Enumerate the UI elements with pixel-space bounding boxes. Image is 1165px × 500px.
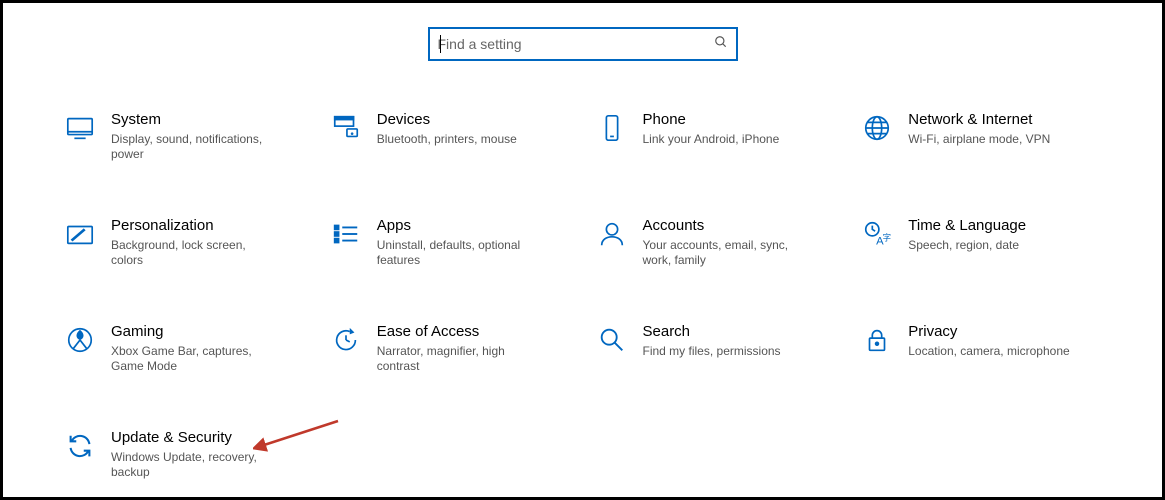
tile-desc: Find my files, permissions (643, 344, 781, 360)
tile-title: Search (643, 323, 781, 342)
tile-title: Time & Language (908, 217, 1026, 236)
tile-desc: Speech, region, date (908, 238, 1026, 254)
tile-network-internet[interactable]: Network & Internet Wi-Fi, airplane mode,… (860, 111, 1102, 167)
search-container (63, 27, 1102, 61)
tile-search[interactable]: Search Find my files, permissions (595, 323, 837, 379)
tile-title: Ease of Access (377, 323, 547, 342)
tile-title: Privacy (908, 323, 1069, 342)
magnifier-icon (595, 323, 629, 357)
personalization-icon (63, 217, 97, 251)
tile-title: Apps (377, 217, 547, 236)
tile-ease-of-access[interactable]: Ease of Access Narrator, magnifier, high… (329, 323, 571, 379)
tile-desc: Xbox Game Bar, captures, Game Mode (111, 344, 281, 375)
tile-desc: Location, camera, microphone (908, 344, 1069, 360)
tile-title: Personalization (111, 217, 281, 236)
tile-title: Update & Security (111, 429, 281, 448)
tile-title: Accounts (643, 217, 813, 236)
search-input[interactable] (438, 36, 714, 52)
text-caret (440, 35, 441, 53)
tile-title: Devices (377, 111, 517, 130)
tile-update-security[interactable]: Update & Security Windows Update, recove… (63, 429, 305, 485)
tile-title: Gaming (111, 323, 281, 342)
tile-desc: Uninstall, defaults, optional features (377, 238, 547, 269)
globe-icon (860, 111, 894, 145)
update-icon (63, 429, 97, 463)
tile-title: System (111, 111, 281, 130)
devices-icon (329, 111, 363, 145)
search-box[interactable] (428, 27, 738, 61)
tile-desc: Link your Android, iPhone (643, 132, 780, 148)
accounts-icon (595, 217, 629, 251)
tile-desc: Your accounts, email, sync, work, family (643, 238, 813, 269)
tile-desc: Bluetooth, printers, mouse (377, 132, 517, 148)
lock-icon (860, 323, 894, 357)
gaming-icon (63, 323, 97, 357)
tile-gaming[interactable]: Gaming Xbox Game Bar, captures, Game Mod… (63, 323, 305, 379)
tile-system[interactable]: System Display, sound, notifications, po… (63, 111, 305, 167)
apps-icon (329, 217, 363, 251)
tile-personalization[interactable]: Personalization Background, lock screen,… (63, 217, 305, 273)
tile-title: Phone (643, 111, 780, 130)
tile-desc: Display, sound, notifications, power (111, 132, 281, 163)
tile-accounts[interactable]: Accounts Your accounts, email, sync, wor… (595, 217, 837, 273)
tile-desc: Narrator, magnifier, high contrast (377, 344, 547, 375)
tile-title: Network & Internet (908, 111, 1050, 130)
tile-apps[interactable]: Apps Uninstall, defaults, optional featu… (329, 217, 571, 273)
tile-desc: Windows Update, recovery, backup (111, 450, 281, 481)
tile-phone[interactable]: Phone Link your Android, iPhone (595, 111, 837, 167)
settings-grid: System Display, sound, notifications, po… (63, 111, 1102, 485)
tile-time-language[interactable]: A 字 Time & Language Speech, region, date (860, 217, 1102, 273)
search-icon (714, 35, 728, 54)
svg-text:字: 字 (883, 233, 891, 243)
tile-privacy[interactable]: Privacy Location, camera, microphone (860, 323, 1102, 379)
tile-desc: Background, lock screen, colors (111, 238, 281, 269)
time-language-icon: A 字 (860, 217, 894, 251)
tile-desc: Wi-Fi, airplane mode, VPN (908, 132, 1050, 148)
system-icon (63, 111, 97, 145)
tile-devices[interactable]: Devices Bluetooth, printers, mouse (329, 111, 571, 167)
phone-icon (595, 111, 629, 145)
ease-of-access-icon (329, 323, 363, 357)
